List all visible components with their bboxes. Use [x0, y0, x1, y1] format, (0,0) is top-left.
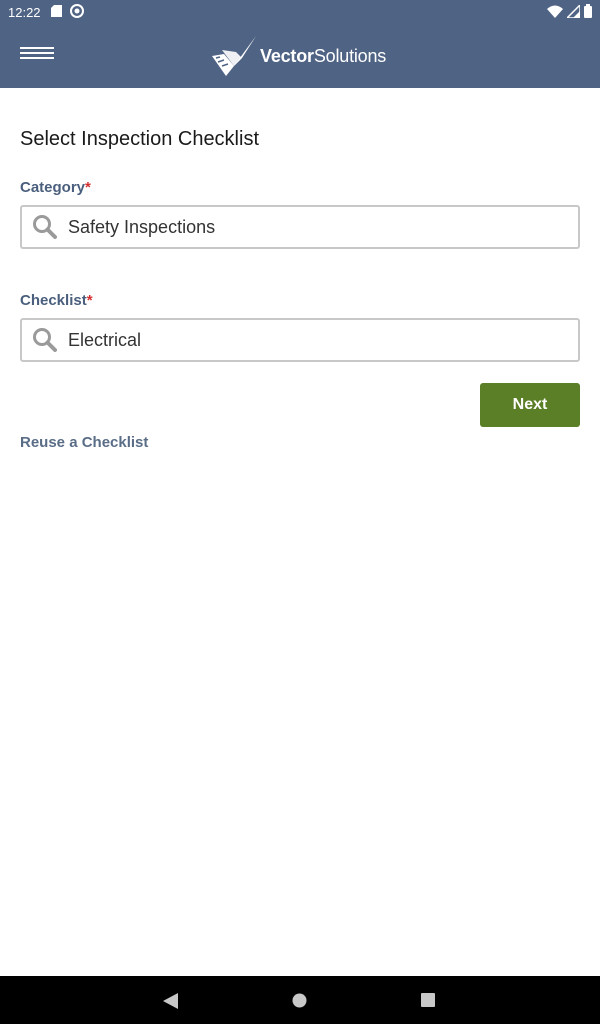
category-search-field[interactable]: Safety Inspections — [20, 205, 580, 249]
required-marker: * — [85, 179, 91, 196]
system-nav-bar — [0, 976, 600, 1024]
sd-card-icon — [50, 4, 62, 20]
reuse-checklist-link[interactable]: Reuse a Checklist — [20, 434, 148, 451]
checklist-label: Checklist* — [20, 292, 93, 309]
status-bar: 12:22 — [0, 0, 600, 24]
logo-text-light: Solutions — [313, 45, 387, 66]
status-indicators — [547, 2, 592, 21]
vector-solutions-logo: VectorSolutions — [212, 36, 386, 76]
app-header: VectorSolutions — [0, 24, 600, 88]
checklist-value: Electrical — [68, 329, 142, 350]
main-content: Select Inspection Checklist Category* Sa… — [0, 88, 600, 976]
home-icon[interactable] — [292, 993, 307, 1013]
checklist-label-text: Checklist — [20, 292, 87, 309]
category-value: Safety Inspections — [68, 216, 216, 237]
back-icon[interactable] — [163, 993, 179, 1014]
wifi-icon — [547, 5, 563, 21]
status-time: 12:22 — [8, 4, 41, 20]
required-marker: * — [86, 292, 93, 309]
category-label-text: Category — [20, 179, 86, 196]
checklist-search-field[interactable]: Electrical — [20, 318, 580, 362]
logo-mark-icon — [212, 36, 256, 76]
signal-icon — [565, 2, 581, 21]
search-icon — [22, 320, 68, 360]
battery-icon — [584, 4, 592, 21]
sync-icon — [69, 3, 84, 21]
category-label: Category* — [20, 179, 91, 196]
page-title: Select Inspection Checklist — [20, 128, 260, 150]
menu-icon[interactable] — [20, 47, 54, 65]
next-button[interactable]: Next — [480, 383, 580, 427]
search-icon — [22, 207, 68, 247]
logo-text-bold: Vector — [260, 45, 314, 66]
recents-icon[interactable] — [421, 993, 435, 1012]
